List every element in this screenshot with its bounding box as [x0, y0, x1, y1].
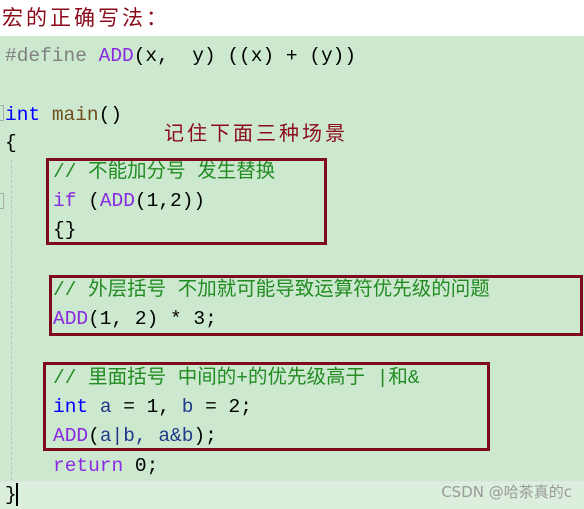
code-token-text: (): [98, 104, 123, 126]
highlight-box-outer-parens: [49, 275, 583, 336]
code-token-text: (x, y) ((x) + (y)): [133, 45, 357, 67]
code-line: int main(): [5, 103, 122, 127]
code-token-keyword: int: [5, 104, 41, 126]
code-line: {: [5, 131, 17, 155]
highlight-box-inner-parens: [43, 362, 490, 451]
code-line: return 0;: [53, 454, 158, 478]
indent-guide: [11, 160, 12, 480]
code-token-macro: ADD: [98, 45, 134, 67]
fold-marker-icon[interactable]: [0, 105, 4, 121]
highlight-box-semicolon: [46, 158, 327, 245]
annotation-text: 记住下面三种场景: [164, 121, 348, 145]
code-token-control: return: [53, 455, 124, 477]
code-line: #define ADD(x, y) ((x) + (y)): [5, 44, 356, 68]
watermark: CSDN @哈茶真的c: [441, 483, 572, 501]
code-token-text: {: [5, 132, 17, 154]
fold-marker-icon[interactable]: [0, 193, 4, 209]
code-token-function: main: [51, 104, 99, 126]
text-cursor: [16, 483, 18, 506]
code-token-text: 0;: [123, 455, 159, 477]
code-token-preprocessor: #define: [5, 45, 99, 67]
code-line: }: [5, 483, 17, 507]
page-title: 宏的正确写法：: [2, 6, 170, 30]
code-token-text: }: [5, 484, 17, 506]
